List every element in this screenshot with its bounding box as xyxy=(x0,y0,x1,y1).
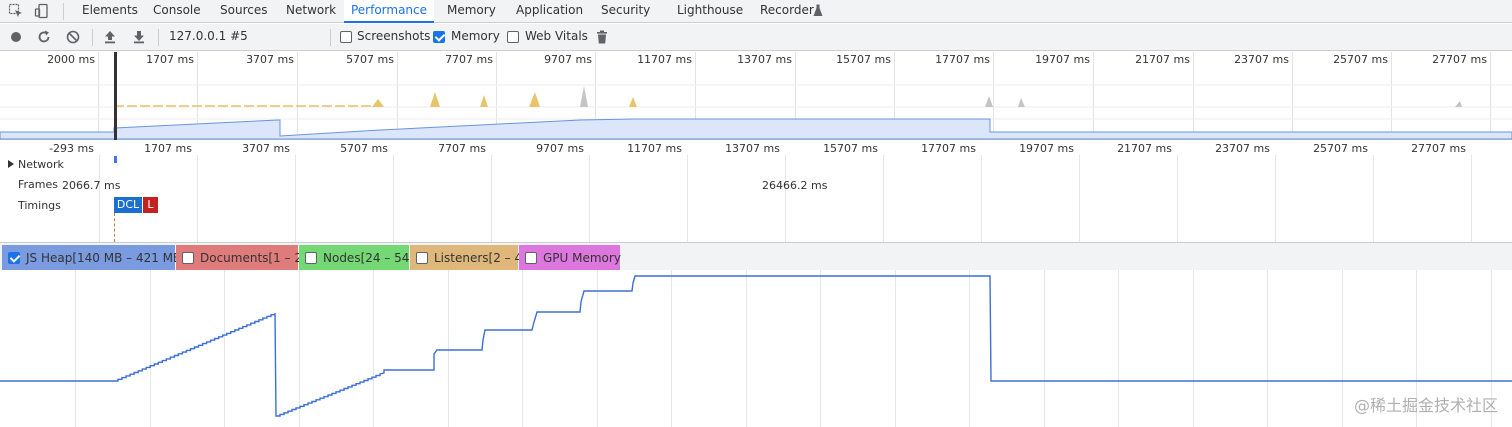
timeline-tick-label: 27707 ms xyxy=(1411,142,1466,155)
frames-track-label: Frames xyxy=(18,178,59,191)
clear-icon[interactable] xyxy=(65,29,81,45)
tab-security[interactable]: Security xyxy=(601,0,650,23)
timeline-tick-label: 21707 ms xyxy=(1117,142,1172,155)
js-heap-label: JS Heap[140 MB – 421 MB] xyxy=(26,251,186,265)
web-vitals-label: Web Vitals xyxy=(525,29,588,43)
timeline-gridline xyxy=(491,155,492,242)
nodes-checkbox[interactable] xyxy=(305,252,317,264)
js-heap-graph[interactable] xyxy=(0,270,1512,427)
gpu-memory-checkbox[interactable] xyxy=(525,252,537,264)
timeline-tick-label: 9707 ms xyxy=(536,142,584,155)
tab-console[interactable]: Console xyxy=(153,0,201,23)
dcl-line xyxy=(114,213,115,242)
load-marker[interactable]: L xyxy=(143,197,158,213)
counter-documents[interactable]: Documents[1 – 2] xyxy=(176,245,307,271)
timeline-tick-label: 19707 ms xyxy=(1019,142,1074,155)
trash-icon[interactable] xyxy=(594,29,610,45)
tab-memory[interactable]: Memory xyxy=(447,0,496,23)
listeners-checkbox[interactable] xyxy=(416,252,428,264)
inspect-element-icon[interactable] xyxy=(8,3,24,19)
timeline-tick-label: 15707 ms xyxy=(823,142,878,155)
timings-track-label: Timings xyxy=(18,199,61,212)
tab-lighthouse[interactable]: Lighthouse xyxy=(677,0,743,23)
timeline-gridline xyxy=(1177,155,1178,242)
device-toolbar-icon[interactable] xyxy=(34,3,50,19)
watermark: @稀土掘金技术社区 xyxy=(1353,396,1498,415)
listeners-label: Listeners[2 – 4] xyxy=(434,251,527,265)
network-request-bar[interactable] xyxy=(114,156,117,163)
documents-checkbox[interactable] xyxy=(182,252,194,264)
timeline-tick-label: 5707 ms xyxy=(340,142,388,155)
flask-icon xyxy=(813,4,823,16)
timeline-tick-label: 7707 ms xyxy=(438,142,486,155)
target-select[interactable]: 127.0.0.1 #5 xyxy=(169,29,248,43)
tab-elements[interactable]: Elements xyxy=(82,0,138,23)
timeline-gridline xyxy=(883,155,884,242)
timeline-gridline xyxy=(99,155,100,242)
timeline-gridline xyxy=(197,155,198,242)
memory-checkbox[interactable] xyxy=(433,31,445,43)
timeline-tick-label: -293 ms xyxy=(49,142,94,155)
tab-sources[interactable]: Sources xyxy=(220,0,267,23)
timeline-gridline xyxy=(1471,155,1472,242)
load-profile-icon[interactable] xyxy=(102,29,118,45)
performance-toolbar: 127.0.0.1 #5 Screenshots Memory Web Vita… xyxy=(0,24,1512,63)
overview-graphs xyxy=(0,52,1512,140)
save-profile-icon[interactable] xyxy=(131,29,147,45)
frame-duration-right[interactable]: 26466.2 ms xyxy=(762,179,827,192)
tab-recorder[interactable]: Recorder xyxy=(760,0,814,23)
timeline-gridline xyxy=(589,155,590,242)
record-icon[interactable] xyxy=(8,29,24,45)
timeline-tick-label: 1707 ms xyxy=(144,142,192,155)
js-heap-checkbox[interactable] xyxy=(8,252,20,264)
timeline-gridline xyxy=(785,155,786,242)
devtools-tab-bar: Elements Console Sources Network Perform… xyxy=(0,0,1512,23)
timeline-gridline xyxy=(1275,155,1276,242)
frame-duration-left[interactable]: 2066.7 ms xyxy=(62,179,120,192)
timeline-overview[interactable]: 2000 ms 1707 ms 3707 ms 5707 ms 7707 ms 9707 … xyxy=(0,52,1512,140)
tab-performance[interactable]: Performance xyxy=(344,0,434,23)
screenshots-label: Screenshots xyxy=(357,29,431,43)
timeline-gridline xyxy=(295,155,296,242)
tab-application[interactable]: Application xyxy=(516,0,583,23)
network-track-label[interactable]: Network xyxy=(18,158,64,171)
counter-nodes[interactable]: Nodes[24 – 54] xyxy=(299,245,414,271)
reload-record-icon[interactable] xyxy=(36,29,52,45)
timeline-gridline xyxy=(1373,155,1374,242)
tab-network[interactable]: Network xyxy=(286,0,336,23)
counter-listeners[interactable]: Listeners[2 – 4] xyxy=(410,245,527,271)
memory-counters-bar: JS Heap[140 MB – 421 MB] Documents[1 – 2… xyxy=(0,242,1512,271)
js-heap-line xyxy=(0,275,1512,417)
timeline-gridline xyxy=(393,155,394,242)
timeline-tick-label: 23707 ms xyxy=(1215,142,1270,155)
screenshots-checkbox[interactable] xyxy=(340,31,352,43)
gpu-memory-label: GPU Memory xyxy=(543,251,621,265)
timeline-tick-label: 3707 ms xyxy=(242,142,290,155)
timeline-gridline xyxy=(981,155,982,242)
timeline-gridline xyxy=(687,155,688,242)
web-vitals-checkbox[interactable] xyxy=(507,31,519,43)
timeline-tick-label: 25707 ms xyxy=(1313,142,1368,155)
documents-label: Documents[1 – 2] xyxy=(200,251,307,265)
timeline-tracks: -293 ms 1707 ms 3707 ms 5707 ms 7707 ms 9707 … xyxy=(0,141,1512,242)
counter-gpu-memory[interactable]: GPU Memory xyxy=(519,245,621,271)
timeline-gridline xyxy=(1079,155,1080,242)
dcl-marker[interactable]: DCL xyxy=(114,197,142,213)
timeline-tick-label: 13707 ms xyxy=(725,142,780,155)
nodes-label: Nodes[24 – 54] xyxy=(323,251,415,265)
timeline-tick-label: 11707 ms xyxy=(627,142,682,155)
expand-triangle-icon[interactable] xyxy=(7,160,15,168)
memory-label: Memory xyxy=(451,29,500,43)
timeline-tick-label: 17707 ms xyxy=(921,142,976,155)
counter-js-heap[interactable]: JS Heap[140 MB – 421 MB] xyxy=(2,245,186,271)
